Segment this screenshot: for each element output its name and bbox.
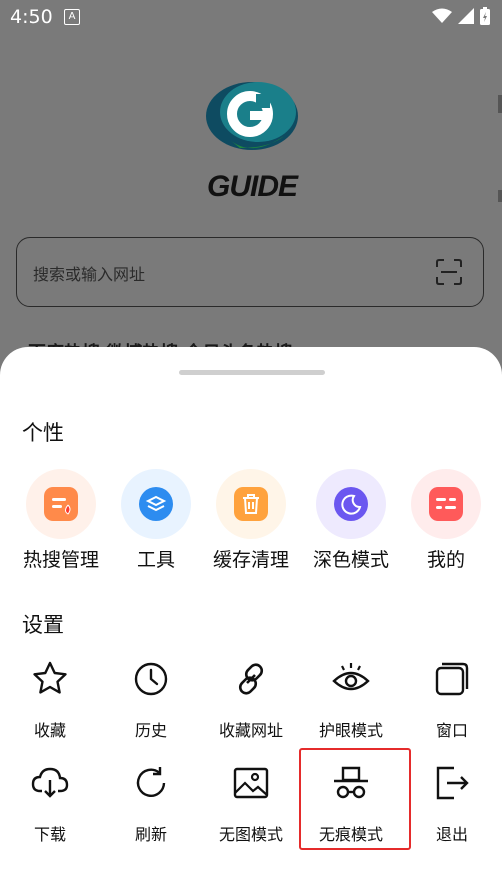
download-button[interactable]: 下载 xyxy=(0,763,100,845)
status-bar: 4:50 A xyxy=(0,0,502,34)
profile-card-icon xyxy=(429,487,463,521)
tool-label: 窗口 xyxy=(435,721,468,740)
favorites-button[interactable]: 收藏 xyxy=(0,659,100,741)
logo-text: GUIDE xyxy=(206,170,298,203)
feature-label: 深色模式 xyxy=(312,549,389,571)
tool-label: 历史 xyxy=(134,721,167,740)
windows-button[interactable]: 窗口 xyxy=(402,659,502,741)
edge-mark xyxy=(498,95,502,113)
eye-icon xyxy=(332,663,370,691)
cache-clean-button[interactable]: 缓存清理 xyxy=(201,469,301,572)
clock-icon xyxy=(134,662,168,696)
tool-label: 下载 xyxy=(33,825,66,844)
tool-label: 刷新 xyxy=(134,825,167,844)
exit-icon xyxy=(436,766,469,800)
tool-label: 收藏 xyxy=(33,721,66,740)
my-profile-button[interactable]: 我的 xyxy=(396,469,496,572)
feature-label: 工具 xyxy=(136,549,175,571)
star-icon xyxy=(33,661,67,694)
favorite-urls-button[interactable]: 收藏网址 xyxy=(201,659,301,741)
tool-label: 收藏网址 xyxy=(218,721,283,740)
tool-label: 无图模式 xyxy=(218,825,283,844)
exit-button[interactable]: 退出 xyxy=(402,763,502,845)
windows-icon xyxy=(435,662,469,696)
edge-mark xyxy=(498,190,502,202)
incognito-highlight-box xyxy=(299,748,411,850)
battery-icon xyxy=(480,7,490,25)
link-icon xyxy=(238,663,264,695)
image-icon xyxy=(233,767,269,799)
feature-label: 热搜管理 xyxy=(22,549,99,571)
hot-search-icon xyxy=(44,487,78,521)
status-icons xyxy=(432,7,490,25)
search-placeholder: 搜索或输入网址 xyxy=(33,265,146,284)
sheet-drag-handle[interactable] xyxy=(179,370,325,375)
status-time: 4:50 xyxy=(10,6,53,28)
tools-button[interactable]: 工具 xyxy=(106,469,206,572)
tools-layers-icon xyxy=(139,487,173,521)
scan-icon[interactable] xyxy=(435,258,463,286)
guide-logo-icon xyxy=(206,82,298,150)
notification-icon: A xyxy=(64,9,80,25)
tool-label: 护眼模式 xyxy=(318,721,383,740)
hot-search-manage-button[interactable]: 热搜管理 xyxy=(11,469,111,572)
wifi-icon xyxy=(432,8,452,23)
cloud-download-icon xyxy=(31,767,69,798)
section-title-personal: 个性 xyxy=(22,421,64,445)
app-logo: GUIDE xyxy=(200,78,304,203)
menu-bottom-sheet: 个性 热搜管理 工具 缓存清理 深色模式 我的 设置 收藏 历史 收藏网址 护眼… xyxy=(0,347,502,892)
eye-care-mode-button[interactable]: 护眼模式 xyxy=(301,659,401,741)
history-button[interactable]: 历史 xyxy=(101,659,201,741)
section-title-settings: 设置 xyxy=(22,613,64,637)
feature-label: 缓存清理 xyxy=(212,549,289,571)
signal-icon xyxy=(458,8,474,24)
feature-label: 我的 xyxy=(426,549,465,571)
address-search-bar[interactable]: 搜索或输入网址 xyxy=(16,237,484,307)
tool-label: 退出 xyxy=(435,825,468,844)
refresh-icon xyxy=(136,767,166,797)
refresh-button[interactable]: 刷新 xyxy=(101,763,201,845)
moon-icon xyxy=(334,487,368,521)
dark-mode-button[interactable]: 深色模式 xyxy=(301,469,401,572)
no-image-mode-button[interactable]: 无图模式 xyxy=(201,763,301,845)
trash-icon xyxy=(234,487,268,521)
